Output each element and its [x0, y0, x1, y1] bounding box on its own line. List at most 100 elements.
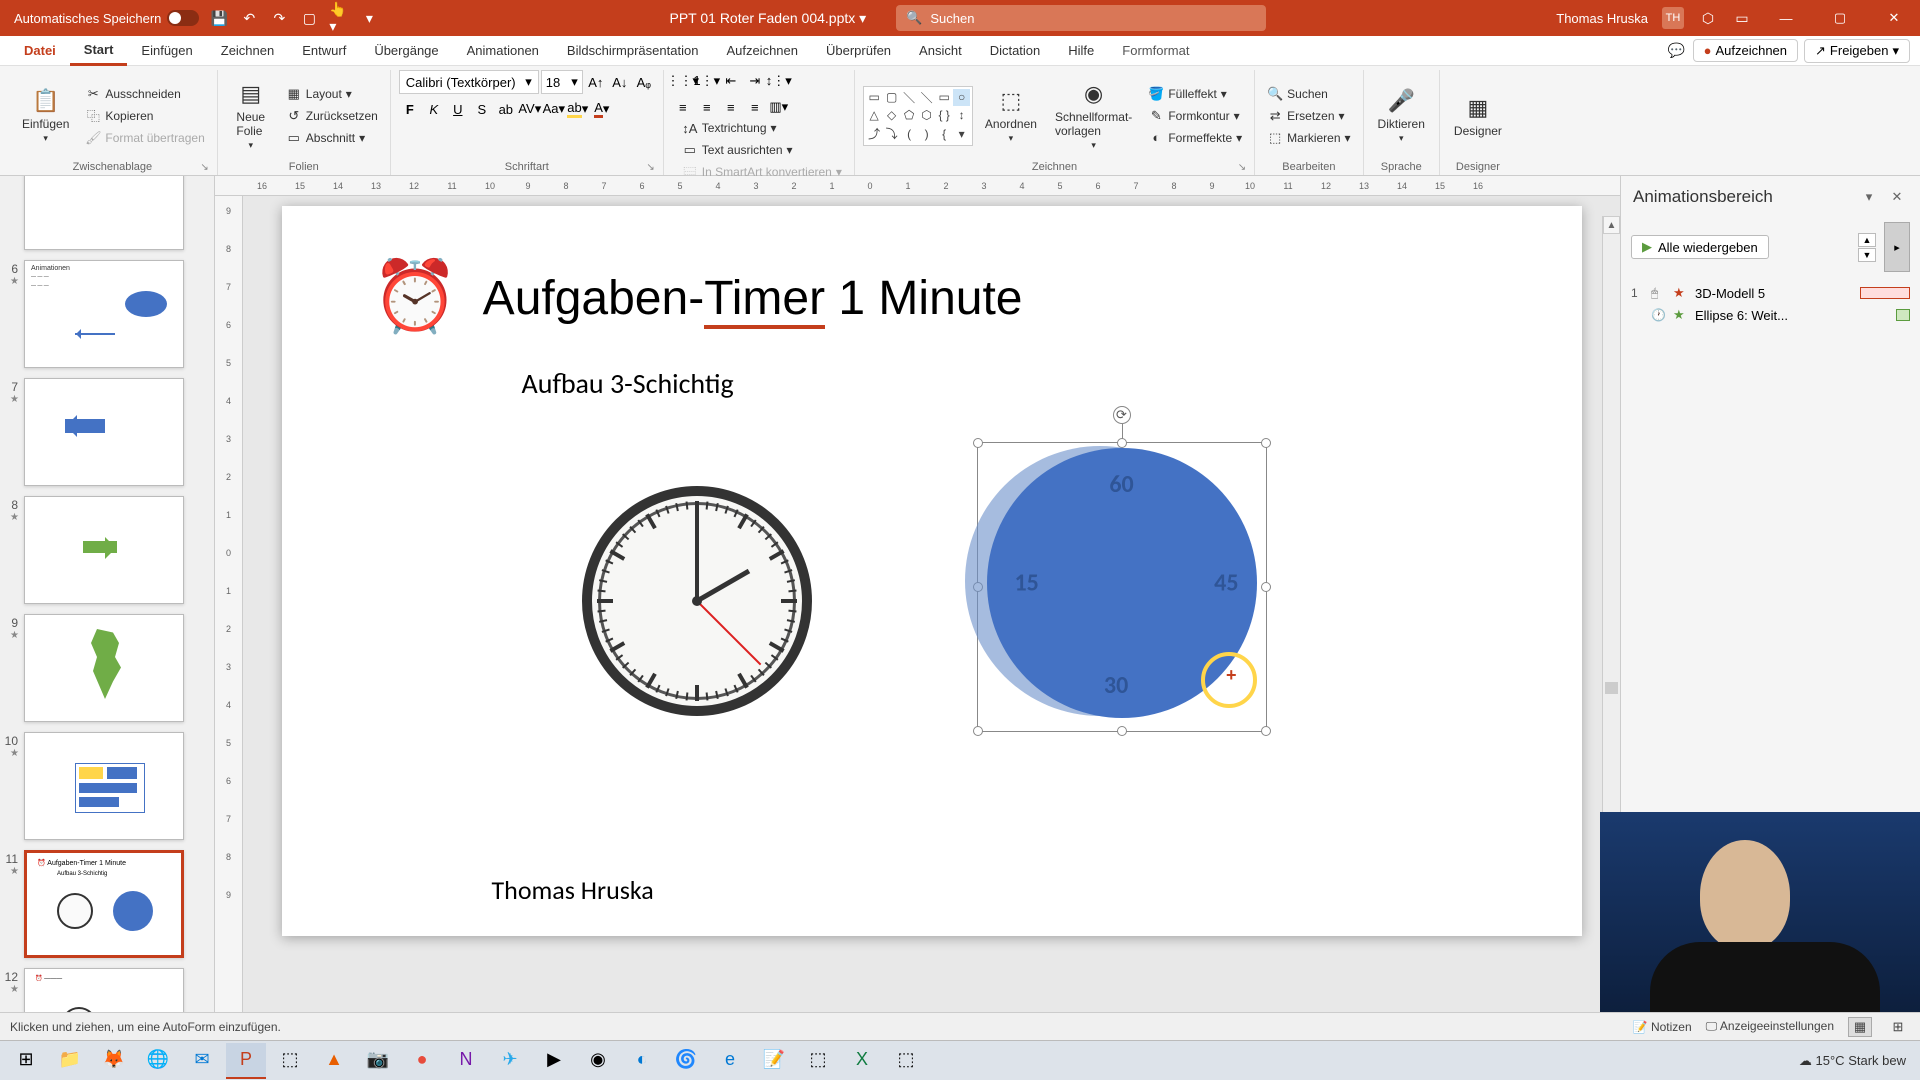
resize-handle-tr[interactable]: [1261, 438, 1271, 448]
indent-button[interactable]: ⇥: [744, 70, 766, 92]
tab-shapeformat[interactable]: Formformat: [1108, 36, 1203, 66]
app-icon-4[interactable]: ▶: [534, 1043, 574, 1079]
quickstyles-button[interactable]: ◉Schnellformat- vorlagen▾: [1049, 76, 1138, 155]
share-button[interactable]: ↗Freigeben▾: [1804, 39, 1910, 63]
vlc-icon[interactable]: ▲: [314, 1043, 354, 1079]
app-icon-8[interactable]: ⬚: [798, 1043, 838, 1079]
powerpoint-icon[interactable]: P: [226, 1043, 266, 1079]
slide-title[interactable]: ⏰ Aufgaben-Timer 1 Minute: [372, 256, 1023, 338]
slide-canvas[interactable]: ⏰ Aufgaben-Timer 1 Minute Aufbau 3-Schic…: [282, 206, 1582, 936]
comments-icon[interactable]: 💬: [1667, 41, 1687, 61]
search-input[interactable]: 🔍 Suchen: [896, 5, 1266, 31]
outdent-button[interactable]: ⇤: [720, 70, 742, 92]
anim-item-2[interactable]: 🕐 ★ Ellipse 6: Weit...: [1625, 304, 1916, 326]
app-icon-3[interactable]: ●: [402, 1043, 442, 1079]
maximize-button[interactable]: ▢: [1820, 0, 1860, 36]
redo-icon[interactable]: ↷: [269, 8, 289, 28]
font-family-select[interactable]: Calibri (Textkörper)▾: [399, 70, 539, 94]
shape-outline-button[interactable]: ✎Formkontur ▾: [1144, 106, 1246, 126]
filename[interactable]: PPT 01 Roter Faden 004.pptx ▾: [670, 10, 867, 27]
layout-button[interactable]: ▦Layout ▾: [282, 84, 382, 104]
app-icon-1[interactable]: ⬚: [270, 1043, 310, 1079]
tab-animations[interactable]: Animationen: [453, 36, 553, 66]
copy-button[interactable]: ⿻Kopieren: [81, 106, 208, 126]
onenote-icon[interactable]: N: [446, 1043, 486, 1079]
scroll-thumb[interactable]: [1605, 682, 1618, 694]
telegram-icon[interactable]: ✈: [490, 1043, 530, 1079]
tab-transitions[interactable]: Übergänge: [360, 36, 452, 66]
resize-handle-br[interactable]: [1261, 726, 1271, 736]
reset-button[interactable]: ↺Zurücksetzen: [282, 106, 382, 126]
anim-item-1-duration-bar[interactable]: [1860, 287, 1910, 299]
tab-record[interactable]: Aufzeichnen: [712, 36, 812, 66]
replace-button[interactable]: ⇄Ersetzen ▾: [1263, 106, 1354, 126]
slide-thumbnail-panel[interactable]: ———— 6★ Animationen— — —— — — 7★ 8★ 9★: [0, 176, 215, 1012]
close-button[interactable]: ✕: [1874, 0, 1914, 36]
slide-thumbnail-5[interactable]: ————: [24, 176, 184, 250]
clipboard-launcher-icon[interactable]: ↘: [200, 162, 208, 173]
align-text-button[interactable]: ▭Text ausrichten ▾: [678, 140, 846, 160]
shape-fill-button[interactable]: 🪣Fülleffekt ▾: [1144, 84, 1246, 104]
font-color-button[interactable]: A▾: [591, 98, 613, 120]
rotation-handle[interactable]: ⟳: [1113, 406, 1131, 424]
minimize-button[interactable]: —: [1766, 0, 1806, 36]
cut-button[interactable]: ✂Ausschneiden: [81, 84, 208, 104]
tab-home[interactable]: Start: [70, 36, 128, 66]
app-icon-9[interactable]: ⬚: [886, 1043, 926, 1079]
save-icon[interactable]: 💾: [209, 8, 229, 28]
slide-thumbnail-10[interactable]: [24, 732, 184, 840]
select-button[interactable]: ⬚Markieren ▾: [1263, 128, 1354, 148]
underline-button[interactable]: U: [447, 98, 469, 120]
slide-thumbnail-12[interactable]: ⏰ ——— ♡: [24, 968, 184, 1012]
slide-thumbnail-7[interactable]: [24, 378, 184, 486]
bullets-button[interactable]: ⋮⋮▾: [672, 70, 694, 92]
tab-insert[interactable]: Einfügen: [127, 36, 206, 66]
app-icon-2[interactable]: 📷: [358, 1043, 398, 1079]
shadow-button[interactable]: ab: [495, 98, 517, 120]
slide-author[interactable]: Thomas Hruska: [492, 874, 654, 906]
slide-thumbnail-11[interactable]: ⏰ Aufgaben-Timer 1 Minute Aufbau 3-Schic…: [24, 850, 184, 958]
find-button[interactable]: 🔍Suchen: [1263, 84, 1354, 104]
numbering-button[interactable]: 1⋮▾: [696, 70, 718, 92]
strike-button[interactable]: S: [471, 98, 493, 120]
edge-icon[interactable]: e: [710, 1043, 750, 1079]
notes-button[interactable]: 📝 Notizen: [1633, 1020, 1692, 1034]
username[interactable]: Thomas Hruska: [1556, 11, 1648, 26]
firefox-icon[interactable]: 🦊: [94, 1043, 134, 1079]
touch-mode-icon[interactable]: 👆▾: [329, 8, 349, 28]
undo-icon[interactable]: ↶: [239, 8, 259, 28]
align-center-button[interactable]: ≡: [696, 96, 718, 118]
change-case-button[interactable]: Aa▾: [543, 98, 565, 120]
anim-pane-close-icon[interactable]: ✕: [1886, 186, 1908, 208]
ribbon-display-icon[interactable]: ▭: [1732, 8, 1752, 28]
anim-pane-dropdown-icon[interactable]: ▾: [1858, 186, 1880, 208]
slide-thumbnail-8[interactable]: [24, 496, 184, 604]
record-button[interactable]: ●Aufzeichnen: [1693, 39, 1798, 62]
anim-item-1[interactable]: 1 🖱 ★ 3D-Modell 5: [1625, 282, 1916, 304]
start-button[interactable]: ⊞: [6, 1043, 46, 1079]
new-slide-button[interactable]: ▤ Neue Folie▾: [226, 76, 276, 155]
autosave-toggle[interactable]: Automatisches Speichern: [14, 10, 199, 26]
toggle-switch[interactable]: [167, 10, 199, 26]
align-right-button[interactable]: ≡: [720, 96, 742, 118]
tab-review[interactable]: Überprüfen: [812, 36, 905, 66]
anim-item-2-duration-bar[interactable]: [1896, 309, 1910, 321]
resize-handle-tl[interactable]: [973, 438, 983, 448]
italic-button[interactable]: K: [423, 98, 445, 120]
decrease-font-icon[interactable]: A↓: [609, 71, 631, 93]
resize-handle-mr[interactable]: [1261, 582, 1271, 592]
tab-view[interactable]: Ansicht: [905, 36, 976, 66]
resize-handle-bm[interactable]: [1117, 726, 1127, 736]
font-launcher-icon[interactable]: ↘: [646, 162, 654, 173]
tab-draw[interactable]: Zeichnen: [207, 36, 288, 66]
highlight-button[interactable]: ab▾: [567, 98, 589, 120]
tab-slideshow[interactable]: Bildschirmpräsentation: [553, 36, 713, 66]
align-left-button[interactable]: ≡: [672, 96, 694, 118]
designer-button[interactable]: ▦Designer: [1448, 90, 1508, 142]
slide-stage[interactable]: ⏰ Aufgaben-Timer 1 Minute Aufbau 3-Schic…: [243, 196, 1620, 1012]
justify-button[interactable]: ≡: [744, 96, 766, 118]
clear-format-icon[interactable]: Aᵩ: [633, 71, 655, 93]
scroll-up-icon[interactable]: ▲: [1603, 216, 1620, 234]
tab-design[interactable]: Entwurf: [288, 36, 360, 66]
app-icon-5[interactable]: ◐: [622, 1043, 662, 1079]
